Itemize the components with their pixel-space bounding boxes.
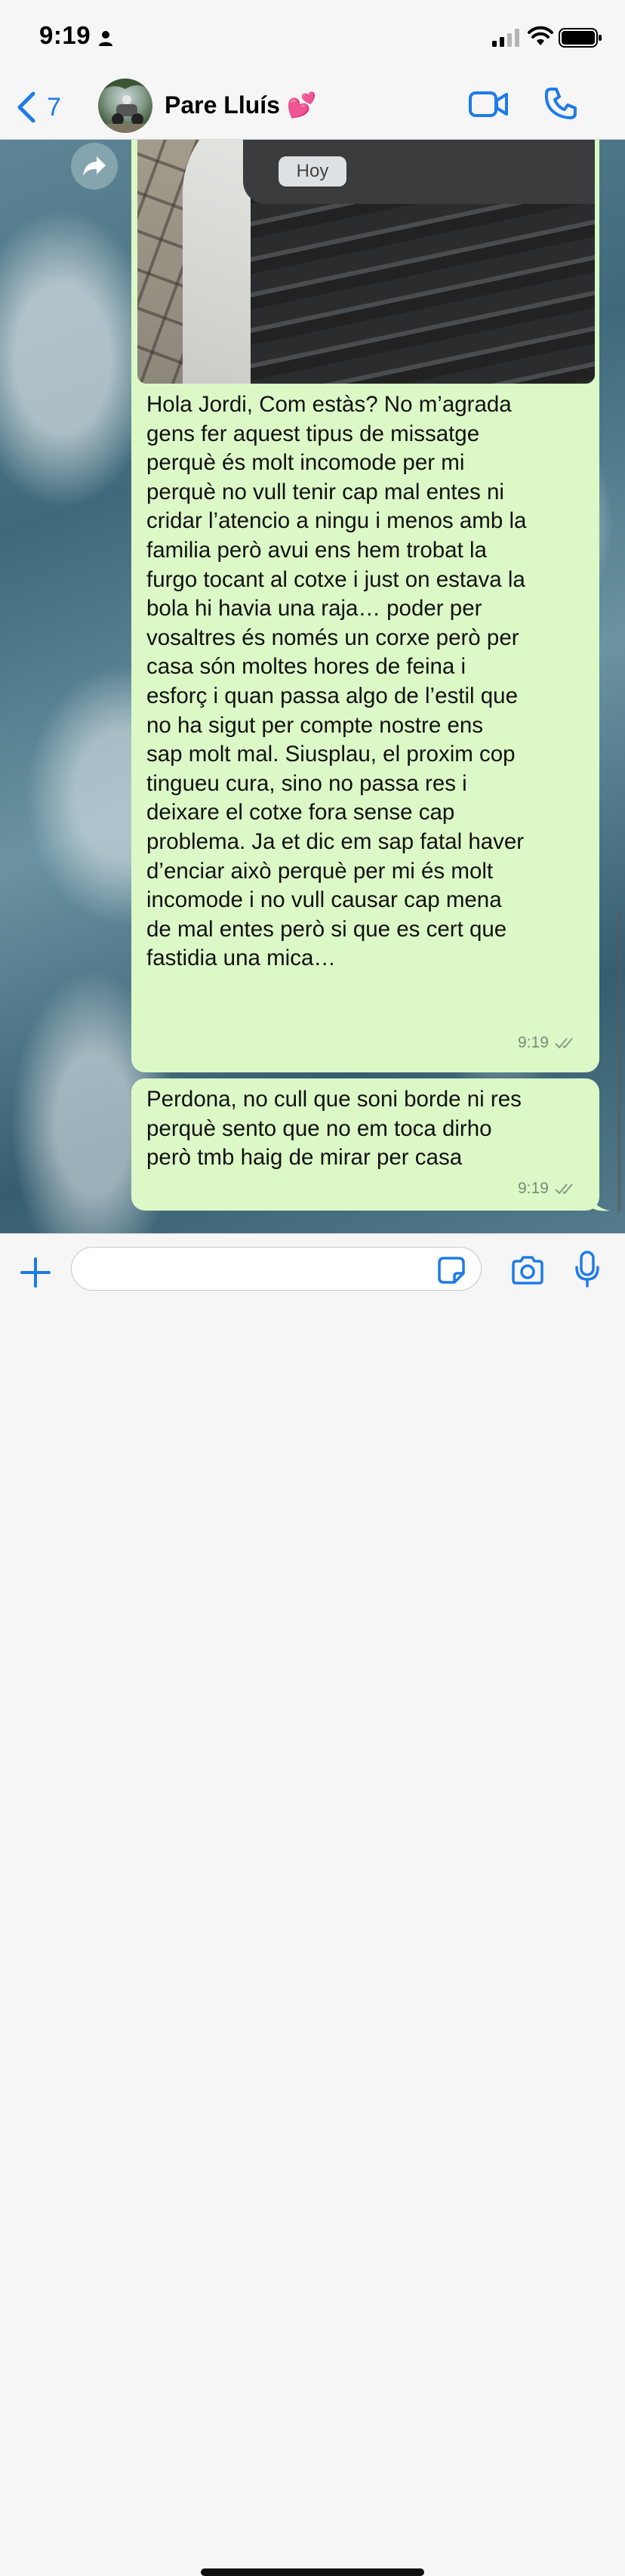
sticker-icon[interactable] [436,1255,466,1285]
contact-name[interactable]: Pare Lluís 💕 [165,91,317,119]
message-line: fastidia una mica… [146,946,336,971]
message-line: gens fer aquest tipus de missatge [146,421,480,446]
scrollbar[interactable] [617,910,621,1212]
message-line: casa són moltes hores de feina i [146,654,466,680]
message-meta: 9:19 [518,1180,577,1198]
message-time: 9:19 [518,1180,549,1197]
message-line: perquè sento que no em toca dirho [146,1115,492,1141]
message-bubble-outgoing[interactable]: Hola Jordi, Com estàs? No m’agrada gens f… [131,140,599,1072]
message-line: vosaltres és només un corxe però per [146,625,519,650]
message-input[interactable] [71,1247,482,1291]
read-ticks-icon [555,1038,573,1049]
message-line: Hola Jordi, Com estàs? No m’agrada [146,392,512,417]
message-line: deixare el cotxe fora sense cap [146,800,455,825]
message-line: sap molt mal. Siusplau, el proxim cop [146,742,516,767]
message-line: d’enciar això perquè per mi és molt [146,858,494,884]
message-bubble-outgoing[interactable]: Perdona, no cull que soni borde ni res pe… [131,1078,599,1211]
message-line: perquè és molt incomode per mi [146,450,465,476]
message-line: incomode i no vull causar cap mena [146,887,502,913]
message-line: perquè no vull tenir cap mal entes ni [146,479,504,504]
video-call-icon[interactable] [468,89,509,119]
message-text: Hola Jordi, Com estàs? No m’agrada gens f… [146,390,599,973]
date-separator: Hoy [279,156,346,187]
unread-count: 7 [47,92,61,122]
camera-icon[interactable] [510,1255,545,1285]
message-line: furgo tocant al cotxe i just on estava l… [146,566,525,592]
avatar[interactable] [98,79,152,133]
forward-button[interactable] [71,143,118,190]
chat-header: 7 Pare Lluís 💕 [0,76,625,140]
message-line: cridar l’atencio a ningu i menos amb la [146,508,527,534]
chat-area[interactable]: Hola Jordi, Com estàs? No m’agrada gens f… [0,140,625,1233]
home-indicator[interactable] [201,2568,424,2576]
input-bar [0,1233,625,2576]
read-ticks-icon [555,1183,573,1195]
message-line: Perdona, no cull que soni borde ni res [146,1087,522,1112]
message-line: familia però avui ens hem trobat la [146,537,487,563]
phone-icon[interactable] [543,86,578,121]
message-line: de mal entes però si que es cert que [146,916,507,942]
message-line: però tmb haig de mirar per casa [146,1145,463,1171]
wifi-icon [528,26,553,45]
message-photo[interactable] [137,140,595,384]
back-button[interactable]: 7 [17,86,61,128]
bubble-tail [589,1189,610,1211]
avatar-photo [98,79,152,133]
battery-icon [559,28,602,48]
person-icon [99,31,112,46]
signal-icon [492,29,519,47]
back-chevron-icon [17,91,35,123]
message-meta: 9:19 [518,1034,577,1052]
message-line: esforç i quan passa algo de l’estil que [146,683,518,708]
status-time: 9:19 [39,21,91,49]
message-line: bola hi havia una raja… poder per [146,596,482,622]
microphone-icon[interactable] [574,1251,601,1288]
message-line: tingueu cura, sino no passa res i [146,770,467,796]
status-bar: 9:19 [0,0,625,76]
message-time: 9:19 [518,1034,549,1051]
message-text: Perdona, no cull que soni borde ni res pe… [146,1085,599,1173]
forward-icon [83,156,106,176]
plus-icon[interactable] [20,1257,51,1288]
message-line: problema. Ja et dic em sap fatal haver [146,828,525,854]
message-line: no ha sigut per compte nostre ens [146,712,484,738]
